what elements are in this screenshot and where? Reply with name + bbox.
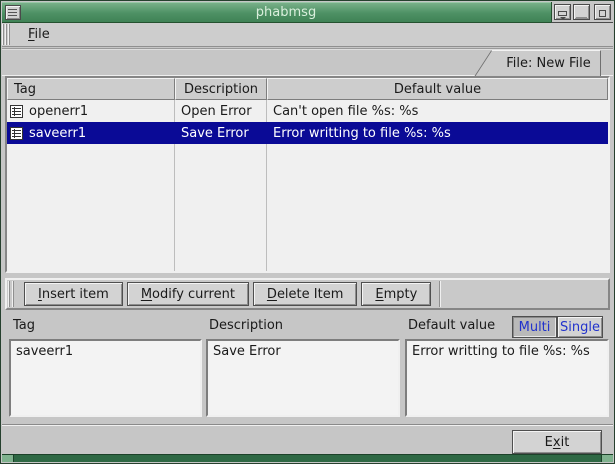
maximize-button[interactable]: [573, 4, 590, 20]
message-table: Tag Description Default value openerr1: [5, 76, 610, 273]
window-title: phabmsg: [21, 5, 551, 20]
header-cell-description[interactable]: Description: [175, 78, 267, 100]
window-menu-icon: [8, 9, 17, 16]
menubar-grip[interactable]: [2, 24, 10, 45]
default-value-field[interactable]: Error writting to file %s: %s: [405, 339, 609, 417]
cell-default-value: Error writting to file %s: %s: [267, 126, 608, 141]
toolbar: Insert item Modify current Delete Item E…: [5, 278, 610, 310]
modify-current-button[interactable]: Modify current: [127, 282, 249, 306]
insert-item-button[interactable]: Insert item: [24, 282, 123, 306]
menu-item-file[interactable]: File: [18, 25, 60, 44]
header-cell-tag[interactable]: Tag: [7, 78, 175, 100]
empty-button[interactable]: Empty: [361, 282, 431, 306]
tabstrip: File: New File: [2, 48, 613, 76]
tag-field[interactable]: saveerr1: [9, 339, 202, 417]
message-icon: [10, 127, 23, 140]
single-button[interactable]: Single: [557, 316, 603, 338]
cell-description: Open Error: [175, 104, 267, 119]
window-controls: [551, 2, 613, 23]
exit-button[interactable]: Exit: [512, 430, 602, 454]
collapse-icon: [558, 11, 567, 16]
delete-item-button[interactable]: Delete Item: [253, 282, 357, 306]
collapse-button[interactable]: [554, 4, 571, 20]
close-icon: [599, 10, 606, 17]
window-menu-button[interactable]: [5, 5, 21, 20]
cell-tag: saveerr1: [7, 126, 175, 141]
titlebar[interactable]: phabmsg: [2, 2, 551, 23]
table-body: openerr1 Open Error Can't open file %s: …: [7, 100, 608, 271]
cell-default-value: Can't open file %s: %s: [267, 104, 608, 119]
description-field[interactable]: Save Error: [206, 339, 400, 417]
resize-strip[interactable]: [2, 454, 613, 462]
description-label: Description: [209, 318, 283, 333]
toolbar-separator: [439, 281, 441, 307]
multi-button[interactable]: Multi: [512, 316, 557, 338]
maximize-icon: [576, 8, 587, 18]
tab-label: File: New File: [506, 56, 591, 71]
footer-separator: [2, 424, 613, 426]
table-header: Tag Description Default value: [7, 78, 608, 100]
table-row-selected[interactable]: saveerr1 Save Error Error writting to fi…: [7, 122, 608, 144]
cell-tag: openerr1: [7, 104, 175, 119]
menubar: File: [2, 23, 613, 47]
titlebar-row: phabmsg: [2, 2, 613, 23]
close-button[interactable]: [594, 4, 611, 20]
tag-label: Tag: [13, 318, 35, 333]
header-cell-default-value[interactable]: Default value: [267, 78, 608, 100]
row-tag-text: saveerr1: [29, 126, 86, 141]
toolbar-grip[interactable]: [8, 281, 16, 307]
cell-description: Save Error: [175, 126, 267, 141]
message-icon: [10, 105, 23, 118]
phabmsg-window: phabmsg File File: New File Tag Descript…: [0, 0, 615, 464]
table-row[interactable]: openerr1 Open Error Can't open file %s: …: [7, 100, 608, 122]
default-value-label: Default value: [408, 318, 495, 333]
tab-file-new-file[interactable]: File: New File: [497, 50, 601, 76]
row-tag-text: openerr1: [29, 104, 88, 119]
